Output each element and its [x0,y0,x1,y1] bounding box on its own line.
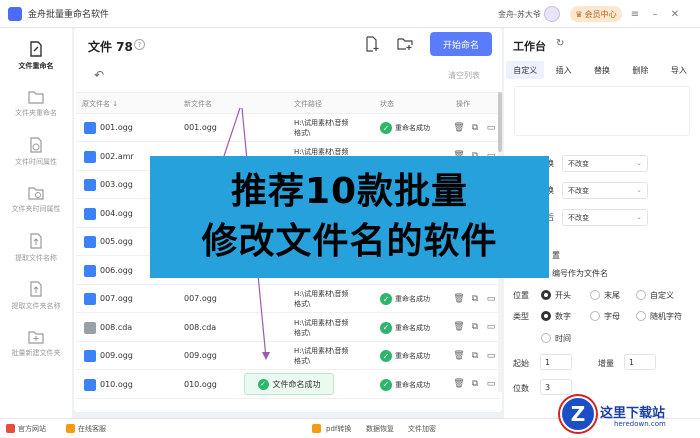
title-bar: 金舟批量重命名软件 金舟-苏大爷 ♛ 会员中心 ≡ – ✕ [0,0,700,28]
overlay-banner: 推荐10款批量 修改文件名的软件 [150,156,549,278]
number-section-note: 编号作为文件名 [552,269,608,278]
sidebar-item-batch-new-folder[interactable]: 批量新建文件夹 [0,322,72,366]
radio-start[interactable] [541,290,551,300]
chevron-down-icon: ⌄ [636,159,642,167]
extract-folder-name-icon [30,281,42,297]
folder-rename-icon [28,91,44,104]
official-website-link[interactable]: 官方网站 [18,424,46,434]
chevron-down-icon: ⌄ [636,186,642,194]
custom-name-input[interactable] [514,86,690,136]
start-label: 起始 [513,359,529,368]
check-icon: ✓ [257,378,269,390]
support-icon [66,424,75,433]
watermark-url: heredown.com [614,420,666,428]
case-select-1[interactable]: 不改变 ⌄ [562,155,648,172]
case-select-3[interactable]: 不改变 ⌄ [562,209,648,226]
file-time-icon [30,137,42,153]
chevron-down-icon: ⌄ [636,213,642,221]
vip-center-button[interactable]: ♛ 会员中心 [570,6,622,22]
sidebar-item-file-time[interactable]: 文件时间属性 [0,130,72,174]
type-label: 类型 [513,312,529,321]
sidebar-item-file-rename[interactable]: 文件重命名 [0,34,72,78]
data-recovery-link[interactable]: 数据恢复 [366,424,394,434]
website-icon [6,424,15,433]
start-number-input[interactable]: 1 [540,354,572,370]
tab-import[interactable]: 导入 [660,61,698,79]
crown-icon: ♛ [575,9,583,19]
app-logo [8,6,22,21]
footer-bar: 官方网站 在线客服 pdf转换 数据恢复 文件加密 [0,418,700,438]
banner-line-1: 推荐10款批量 [230,171,469,212]
radio-end[interactable] [590,290,600,300]
tab-insert[interactable]: 插入 [544,61,582,79]
online-support-link[interactable]: 在线客服 [78,424,106,434]
file-rename-icon [30,41,42,57]
tab-delete[interactable]: 删除 [621,61,659,79]
case-select-2[interactable]: 不改变 ⌄ [562,182,648,199]
radio-custom[interactable] [636,290,646,300]
success-toast: ✓ 文件命名成功 [244,373,334,395]
workspace-title: 工作台 [513,40,546,53]
sidebar-item-extract-folder-name[interactable]: 提取文件夹名称 [0,274,72,318]
user-name[interactable]: 金舟-苏大爷 [498,9,541,20]
tab-replace[interactable]: 替换 [583,61,621,79]
watermark-text: 这里下载站 [600,406,666,421]
tab-custom[interactable]: 自定义 [506,61,545,79]
radio-digits[interactable] [541,311,551,321]
digits-number-input[interactable]: 3 [540,379,572,395]
file-encrypt-link[interactable]: 文件加密 [408,424,436,434]
radio-letters[interactable] [590,311,600,321]
sidebar-item-folder-rename[interactable]: 文件夹重命名 [0,82,72,126]
pdf-icon [312,424,321,433]
pdf-convert-link[interactable]: pdf转换 [326,424,351,434]
close-icon[interactable]: ✕ [668,7,682,21]
sidebar-item-extract-file-name[interactable]: 提取文件名称 [0,226,72,270]
refresh-icon[interactable]: ↻ [556,38,564,49]
position-label: 位置 [513,291,529,300]
app-title: 金舟批量重命名软件 [28,10,110,20]
watermark-logo: Z [560,396,596,432]
digits-label: 位数 [513,384,529,393]
radio-time[interactable] [541,333,551,343]
folder-time-icon [28,187,44,200]
menu-icon[interactable]: ≡ [628,7,642,21]
step-number-input[interactable]: 1 [624,354,656,370]
minimize-icon[interactable]: – [648,7,662,21]
sidebar-item-folder-time[interactable]: 文件夹时间属性 [0,178,72,222]
workspace-tabs: 自定义 插入 替换 删除 导入 [506,61,698,79]
banner-line-2: 修改文件名的软件 [201,221,498,262]
radio-random[interactable] [636,311,646,321]
number-section-title: 置 [552,251,560,260]
avatar[interactable] [544,6,560,22]
sidebar: 文件重命名 文件夹重命名 文件时间属性 文件夹时间属性 提取文件名称 提取文件夹… [0,28,72,418]
extract-file-name-icon [30,233,42,249]
step-label: 增量 [598,359,614,368]
batch-new-folder-icon [28,331,44,344]
